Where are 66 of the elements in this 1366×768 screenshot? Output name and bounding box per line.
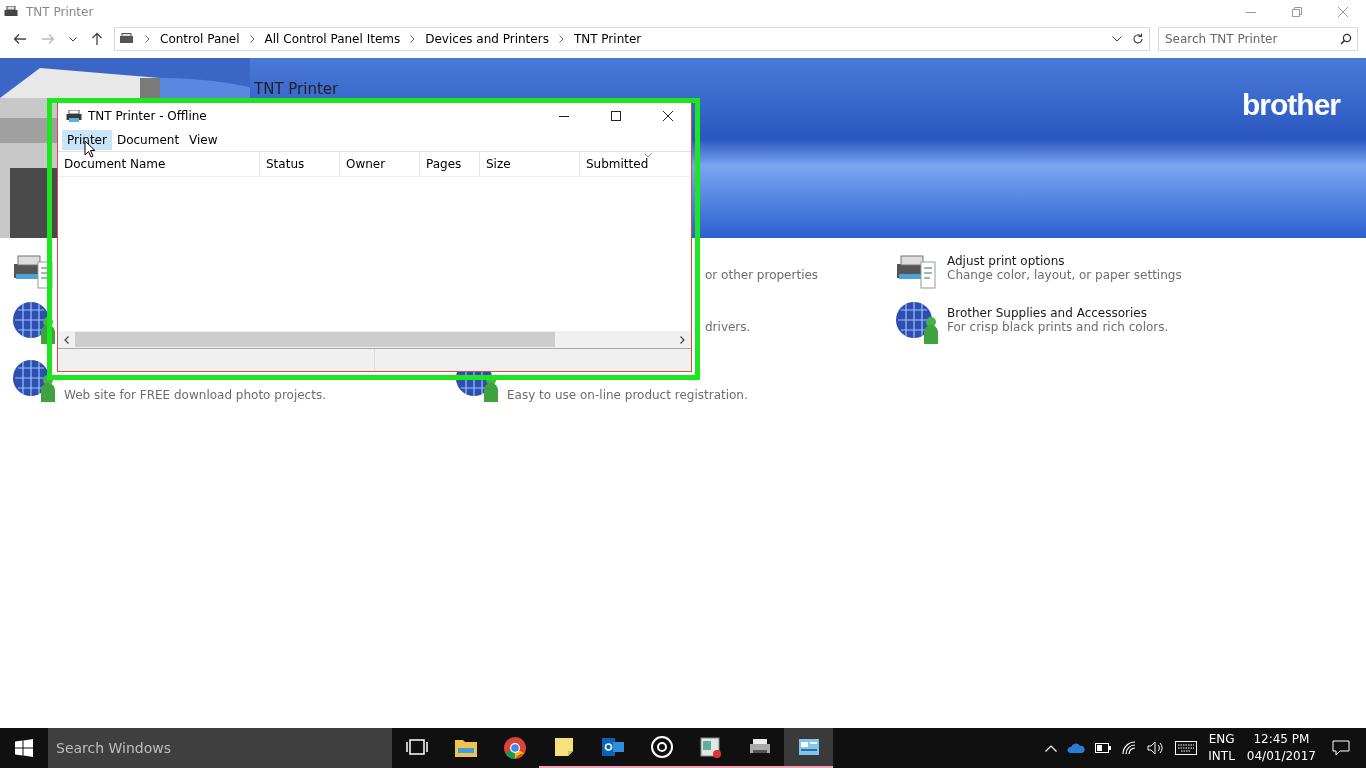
- wifi-icon[interactable]: [1121, 741, 1138, 755]
- maximize-icon[interactable]: [611, 111, 621, 121]
- up-icon[interactable]: [91, 32, 103, 46]
- column-header[interactable]: Pages: [420, 152, 480, 176]
- column-header[interactable]: Owner: [340, 152, 420, 176]
- menu-item[interactable]: View: [184, 130, 223, 150]
- column-header[interactable]: Submitted: [580, 152, 652, 176]
- app-window-icon: [698, 735, 723, 759]
- scroll-left-icon[interactable]: [64, 335, 69, 344]
- breadcrumb[interactable]: Devices and Printers: [425, 32, 549, 46]
- clock[interactable]: 12:45 PM 04/01/2017: [1246, 731, 1316, 765]
- task-description: Easy to use on-line product registration.: [507, 388, 748, 402]
- menu-item[interactable]: Document: [111, 130, 185, 150]
- task-description: or other properties: [705, 268, 819, 282]
- column-header[interactable]: Size: [480, 152, 580, 176]
- globe-person-icon: [12, 300, 56, 344]
- cloud-icon[interactable]: [1067, 742, 1086, 754]
- scroll-thumb[interactable]: [75, 332, 555, 347]
- horizontal-scrollbar[interactable]: [58, 331, 691, 348]
- menu-item[interactable]: Printer: [62, 130, 112, 150]
- close-icon[interactable]: [663, 111, 673, 121]
- dropdown-icon[interactable]: [69, 36, 77, 42]
- column-header[interactable]: Status: [260, 152, 340, 176]
- breadcrumb[interactable]: Control Panel: [160, 32, 240, 46]
- task-description: Web site for FREE download photo projects.: [64, 388, 326, 402]
- task-link[interactable]: Adjust print options: [947, 254, 1182, 268]
- windows-icon: [15, 739, 33, 757]
- sort-icon: [644, 153, 652, 158]
- keyboard-icon[interactable]: [1175, 741, 1198, 755]
- notification-icon[interactable]: [1332, 740, 1350, 756]
- browser-icon: [502, 736, 527, 760]
- language-indicator[interactable]: ENG INTL: [1208, 731, 1235, 765]
- window-title: TNT Printer: [26, 5, 94, 19]
- search-field[interactable]: Search TNT Printer: [1158, 27, 1358, 51]
- printer-icon: [66, 110, 82, 122]
- chevron-icon: [558, 35, 564, 43]
- restore-icon[interactable]: [1292, 7, 1302, 17]
- scroll-right-icon[interactable]: [680, 335, 685, 344]
- task-description: For crisp black prints and rich colors.: [947, 320, 1169, 334]
- chevron-icon: [145, 35, 150, 43]
- dropdown-icon[interactable]: [1112, 36, 1122, 42]
- music-icon: [649, 735, 674, 759]
- globe-person-icon: [895, 300, 939, 344]
- mail-icon: [600, 735, 625, 759]
- globe-person-icon: [12, 358, 56, 402]
- devices-icon: [119, 33, 135, 45]
- chevron-icon: [249, 35, 255, 43]
- back-icon[interactable]: [13, 33, 27, 45]
- address-bar[interactable]: Control Panel All Control Panel Items Devices and Printers TNT Printer: [114, 27, 1150, 51]
- printer-icon: [4, 6, 18, 18]
- brand-logo: brother: [1242, 88, 1340, 123]
- search-field[interactable]: Search Windows: [48, 728, 392, 768]
- chevron-icon: [410, 35, 416, 43]
- volume-icon[interactable]: [1147, 741, 1166, 755]
- window-title: TNT Printer - Offline: [88, 109, 207, 123]
- refresh-icon[interactable]: [1132, 33, 1144, 45]
- breadcrumb[interactable]: All Control Panel Items: [264, 32, 401, 46]
- device-title: TNT Printer: [254, 80, 339, 100]
- breadcrumb[interactable]: TNT Printer: [573, 32, 642, 46]
- search-icon: [1340, 33, 1352, 45]
- task-description: drivers.: [705, 320, 751, 334]
- battery-icon[interactable]: [1095, 743, 1112, 753]
- task-description: Change color, layout, or paper settings: [947, 268, 1182, 282]
- taskbar-button[interactable]: [784, 728, 833, 768]
- task-link[interactable]: Brother Supplies and Accessories: [947, 306, 1169, 320]
- chevron-icon[interactable]: [1045, 744, 1058, 752]
